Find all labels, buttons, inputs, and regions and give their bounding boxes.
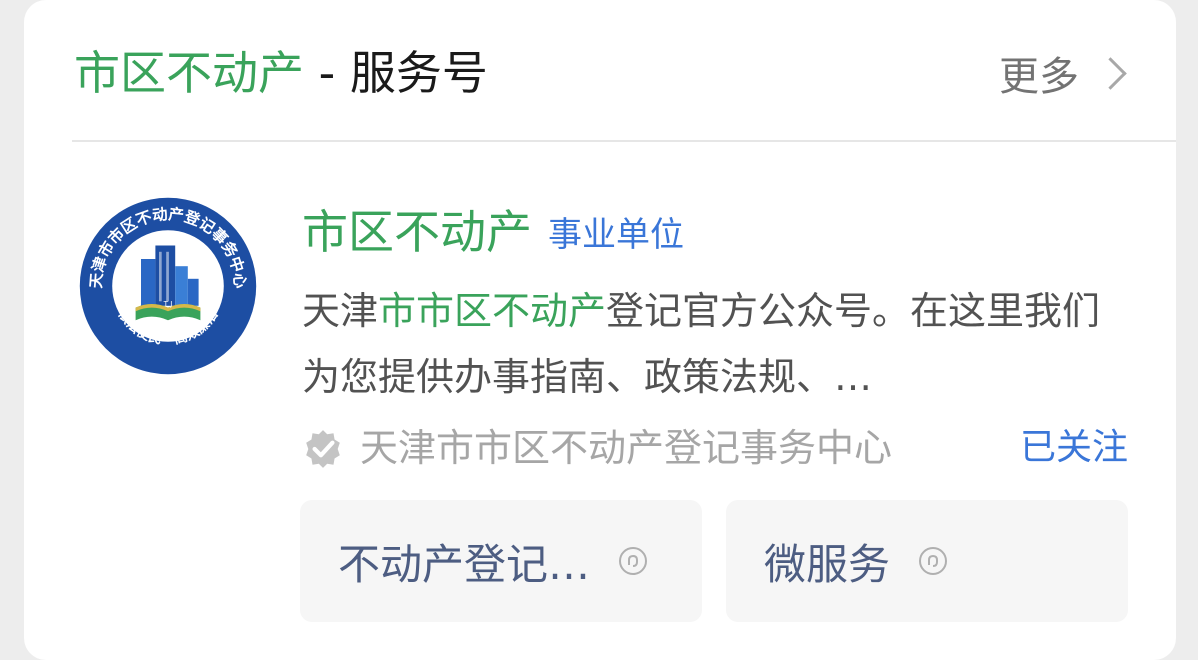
mini-program-icon xyxy=(919,547,948,575)
service-button-registration[interactable]: 不动产登记… xyxy=(300,500,702,622)
account-description: 天津市市区不动产登记官方公众号。在这里我们为您提供办事指南、政策法规、… xyxy=(302,278,1132,410)
header-title: 市区不动产 - 服务号 xyxy=(74,40,488,106)
header-title-highlight: 市区不动产 xyxy=(74,46,304,100)
service-button-micro-service[interactable]: 微服务 xyxy=(726,500,1128,622)
follow-status-button[interactable]: 已关注 xyxy=(1020,416,1128,480)
description-highlight: 市市区不动产 xyxy=(378,289,607,333)
mini-program-icon xyxy=(619,547,648,575)
more-label: 更多 xyxy=(999,54,1079,100)
account-logo[interactable]: 天津市市区不动产登记事务中心 依法便民 · 高效廉洁 T J xyxy=(78,196,258,376)
divider xyxy=(72,140,1176,142)
more-link[interactable]: 更多 xyxy=(999,40,1127,106)
account-name-row: 市区不动产 事业单位 xyxy=(302,196,684,262)
logo-book-label: T J xyxy=(163,299,173,308)
chevron-right-icon xyxy=(1094,56,1127,90)
card-header: 市区不动产 - 服务号 更多 xyxy=(74,40,1176,110)
account-type-badge: 事业单位 xyxy=(548,214,684,255)
verification-row: 天津市市区不动产登记事务中心 已关注 xyxy=(302,416,1128,480)
verified-org-name: 天津市市区不动产登记事务中心 xyxy=(360,426,893,470)
service-account-card: 市区不动产 - 服务号 更多 天津市市区不动产登记事务中心 依法便民 · 高效廉… xyxy=(24,0,1176,660)
service-button-label: 不动产登记… xyxy=(338,539,591,589)
description-prefix: 天津 xyxy=(302,289,379,333)
account-name[interactable]: 市区不动产 xyxy=(302,196,532,262)
verified-badge-icon xyxy=(306,430,340,468)
service-button-label: 微服务 xyxy=(764,539,891,589)
header-title-suffix: - 服务号 xyxy=(304,46,488,100)
